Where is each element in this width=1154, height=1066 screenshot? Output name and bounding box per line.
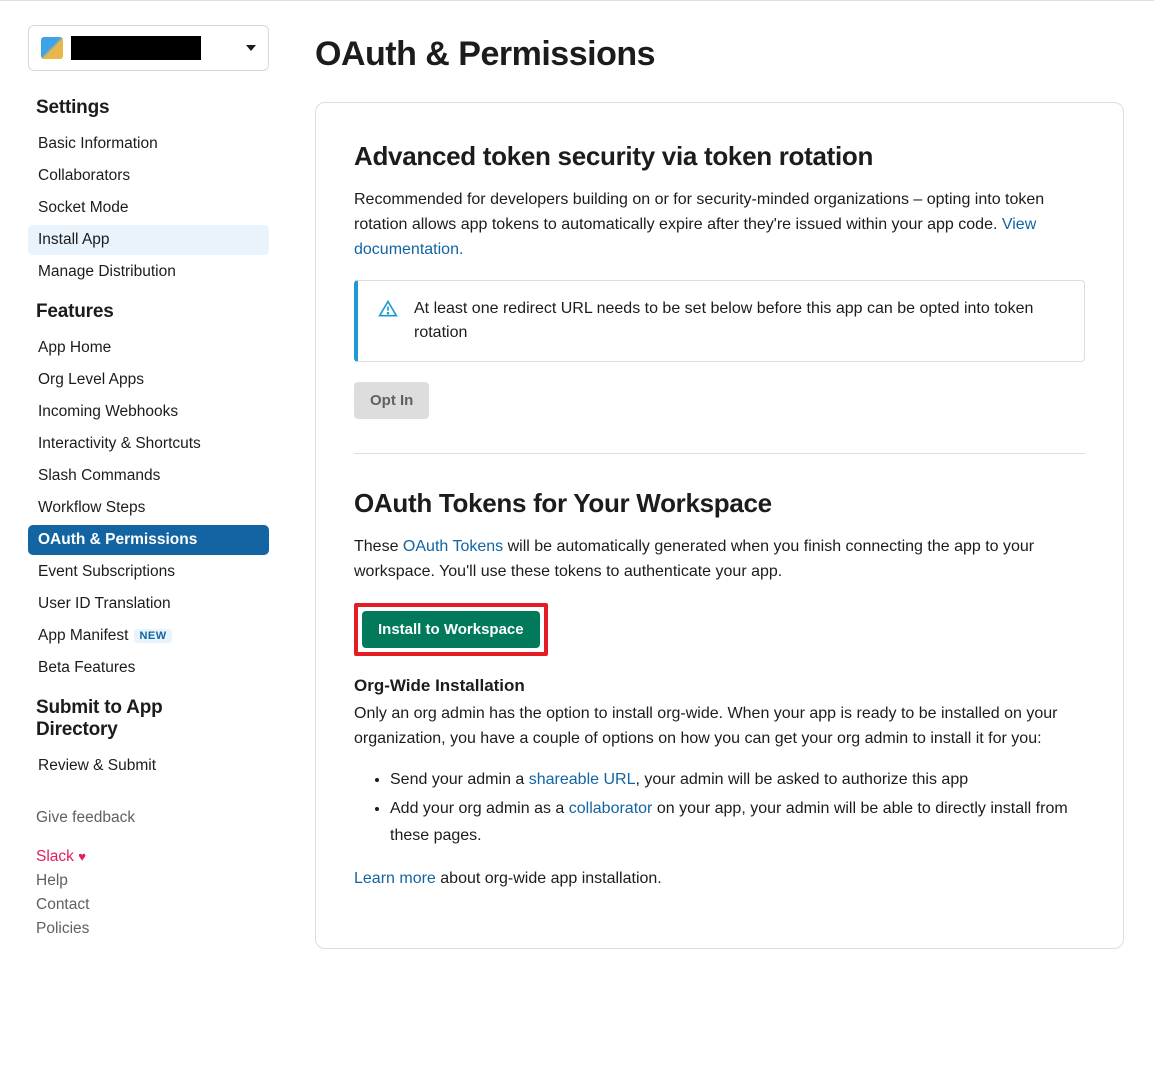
main-content: OAuth & Permissions Advanced token secur…	[285, 1, 1154, 989]
sidebar-item-manage-distribution[interactable]: Manage Distribution	[28, 257, 269, 287]
sidebar: Settings Basic Information Collaborators…	[0, 1, 285, 989]
give-feedback-link[interactable]: Give feedback	[36, 809, 269, 827]
token-rotation-desc: Recommended for developers building on o…	[354, 188, 1085, 262]
opt-in-button[interactable]: Opt In	[354, 382, 429, 419]
oauth-tokens-desc-a: These	[354, 538, 403, 555]
learn-more-line: Learn more about org-wide app installati…	[354, 867, 1085, 892]
bullet1-b: , your admin will be asked to authorize …	[635, 771, 968, 788]
oauth-tokens-title: OAuth Tokens for Your Workspace	[354, 488, 1085, 519]
footer-links: Slack ♥ Help Contact Policies	[36, 845, 269, 941]
page-title: OAuth & Permissions	[315, 35, 1124, 74]
sidebar-item-label: Beta Features	[38, 659, 135, 677]
org-wide-title: Org-Wide Installation	[354, 676, 1085, 696]
new-badge: NEW	[134, 629, 171, 643]
sidebar-item-org-level-apps[interactable]: Org Level Apps	[28, 365, 269, 395]
sidebar-item-label: Interactivity & Shortcuts	[38, 435, 201, 453]
sidebar-item-user-id-translation[interactable]: User ID Translation	[28, 589, 269, 619]
app-icon	[41, 37, 63, 59]
sidebar-item-slash-commands[interactable]: Slash Commands	[28, 461, 269, 491]
sidebar-item-label: App Home	[38, 339, 111, 357]
sidebar-item-beta-features[interactable]: Beta Features	[28, 653, 269, 683]
sidebar-item-app-manifest[interactable]: App Manifest NEW	[28, 621, 269, 651]
collaborator-link[interactable]: collaborator	[569, 800, 653, 817]
sidebar-item-label: App Manifest	[38, 627, 128, 645]
sidebar-item-collaborators[interactable]: Collaborators	[28, 161, 269, 191]
learn-more-suffix: about org-wide app installation.	[436, 870, 662, 887]
sidebar-item-label: Basic Information	[38, 135, 158, 153]
sidebar-item-label: User ID Translation	[38, 595, 171, 613]
nav-list-settings: Basic Information Collaborators Socket M…	[28, 129, 269, 287]
footer-link-policies[interactable]: Policies	[36, 917, 269, 941]
footer-link-slack[interactable]: Slack ♥	[36, 845, 269, 869]
sidebar-item-socket-mode[interactable]: Socket Mode	[28, 193, 269, 223]
nav-list-submit: Review & Submit	[28, 751, 269, 781]
section-title-settings: Settings	[36, 97, 269, 119]
sidebar-item-label: Install App	[38, 231, 110, 249]
sidebar-item-label: Socket Mode	[38, 199, 128, 217]
app-selector-dropdown[interactable]	[28, 25, 269, 71]
sidebar-item-oauth-permissions[interactable]: OAuth & Permissions	[28, 525, 269, 555]
nav-list-features: App Home Org Level Apps Incoming Webhook…	[28, 333, 269, 683]
oauth-tokens-desc: These OAuth Tokens will be automatically…	[354, 535, 1085, 585]
token-rotation-desc-text: Recommended for developers building on o…	[354, 191, 1044, 233]
sidebar-item-incoming-webhooks[interactable]: Incoming Webhooks	[28, 397, 269, 427]
list-item: Send your admin a shareable URL, your ad…	[390, 766, 1085, 793]
redirect-url-alert: At least one redirect URL needs to be se…	[354, 280, 1085, 362]
install-to-workspace-button[interactable]: Install to Workspace	[362, 611, 540, 648]
alert-text: At least one redirect URL needs to be se…	[414, 297, 1064, 345]
footer-link-label: Slack	[36, 848, 74, 865]
sidebar-item-label: Review & Submit	[38, 757, 156, 775]
sidebar-item-label: Incoming Webhooks	[38, 403, 178, 421]
content-card: Advanced token security via token rotati…	[315, 102, 1124, 949]
warning-icon	[378, 299, 398, 347]
sidebar-item-event-subscriptions[interactable]: Event Subscriptions	[28, 557, 269, 587]
heart-icon: ♥	[78, 849, 86, 864]
section-divider	[354, 453, 1085, 454]
sidebar-item-label: OAuth & Permissions	[38, 531, 197, 549]
sidebar-item-interactivity-shortcuts[interactable]: Interactivity & Shortcuts	[28, 429, 269, 459]
chevron-down-icon	[246, 45, 256, 51]
sidebar-item-basic-information[interactable]: Basic Information	[28, 129, 269, 159]
oauth-tokens-link[interactable]: OAuth Tokens	[403, 538, 503, 555]
org-wide-options: Send your admin a shareable URL, your ad…	[390, 766, 1085, 850]
org-wide-desc: Only an org admin has the option to inst…	[354, 702, 1085, 752]
sidebar-item-label: Collaborators	[38, 167, 130, 185]
sidebar-item-label: Workflow Steps	[38, 499, 145, 517]
app-name-redacted	[71, 36, 201, 60]
learn-more-link[interactable]: Learn more	[354, 870, 436, 887]
list-item: Add your org admin as a collaborator on …	[390, 795, 1085, 849]
bullet2-a: Add your org admin as a	[390, 800, 569, 817]
sidebar-item-workflow-steps[interactable]: Workflow Steps	[28, 493, 269, 523]
install-button-highlight: Install to Workspace	[354, 603, 548, 656]
sidebar-item-install-app[interactable]: Install App	[28, 225, 269, 255]
footer-link-contact[interactable]: Contact	[36, 893, 269, 917]
section-title-features: Features	[36, 301, 269, 323]
bullet1-a: Send your admin a	[390, 771, 529, 788]
sidebar-item-label: Slash Commands	[38, 467, 160, 485]
sidebar-item-label: Manage Distribution	[38, 263, 176, 281]
sidebar-item-app-home[interactable]: App Home	[28, 333, 269, 363]
sidebar-item-label: Org Level Apps	[38, 371, 144, 389]
section-title-submit: Submit to App Directory	[36, 697, 206, 741]
sidebar-item-review-submit[interactable]: Review & Submit	[28, 751, 269, 781]
token-rotation-title: Advanced token security via token rotati…	[354, 141, 1085, 172]
sidebar-item-label: Event Subscriptions	[38, 563, 175, 581]
footer-link-help[interactable]: Help	[36, 869, 269, 893]
shareable-url-link[interactable]: shareable URL	[529, 771, 636, 788]
